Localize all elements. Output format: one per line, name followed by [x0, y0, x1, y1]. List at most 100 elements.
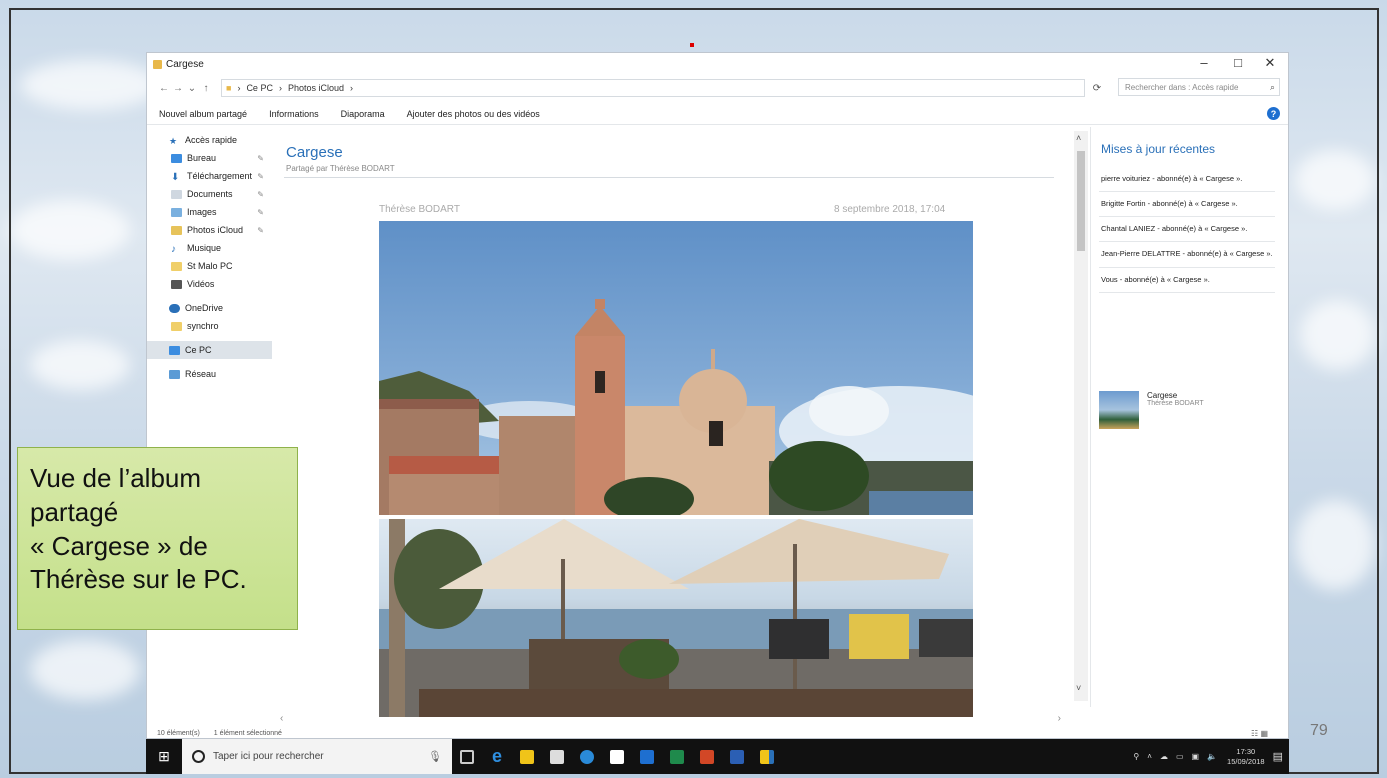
refresh-icon[interactable]: ⟳: [1085, 83, 1109, 94]
path-box[interactable]: ■ › Ce PC › Photos iCloud ›: [221, 79, 1085, 97]
system-tray: ⚲ ˄ ☁ ▭ ▣ 🔈 17:30 15/09/2018 ▤: [1125, 747, 1289, 766]
breadcrumb-photos-icloud[interactable]: Photos iCloud: [288, 83, 344, 93]
onedrive-icon: [169, 303, 180, 313]
harbor-photo-drawing: [379, 519, 973, 717]
onedrive-tray-icon[interactable]: ☁: [1160, 752, 1168, 761]
sidebar-item-downloads[interactable]: ⬇ Téléchargement ✎: [147, 167, 272, 185]
search-input[interactable]: Rechercher dans : Accès rapide ⌕: [1118, 78, 1280, 96]
documents-icon: [171, 189, 182, 199]
photo-harbor-terrace[interactable]: [379, 519, 973, 717]
outlook-icon[interactable]: [632, 739, 662, 774]
store-icon[interactable]: [542, 739, 572, 774]
callout-line: partagé: [30, 496, 119, 527]
icloud-photos-icon: [171, 225, 182, 235]
clock[interactable]: 17:30 15/09/2018: [1227, 747, 1265, 766]
scroll-down-icon[interactable]: ˅: [1076, 683, 1081, 693]
pin-icon: ✎: [257, 153, 264, 163]
pin-icon: ✎: [257, 225, 264, 235]
sidebar-item-music[interactable]: ♪ Musique: [147, 239, 272, 257]
videos-icon: [171, 279, 182, 289]
sidebar-item-documents[interactable]: Documents ✎: [147, 185, 272, 203]
battery-icon[interactable]: ▭: [1176, 752, 1184, 761]
list-item: Chantal LANIEZ - abonné(e) à « Cargese »…: [1099, 217, 1275, 243]
scrollbar-thumb[interactable]: [1077, 151, 1085, 251]
sidebar-item-st-malo-pc[interactable]: St Malo PC: [147, 257, 272, 275]
sidebar-item-videos[interactable]: Vidéos: [147, 275, 272, 293]
notification-icon[interactable]: ▤: [1273, 750, 1283, 763]
horizontal-scrollbar[interactable]: ‹ ›: [274, 713, 1069, 724]
network-tray-icon[interactable]: ▣: [1192, 752, 1200, 761]
powerpoint-icon[interactable]: [692, 739, 722, 774]
back-arrow-icon[interactable]: ←: [157, 83, 171, 94]
post-date: 8 septembre 2018, 17:04: [834, 204, 946, 215]
content-scrollbar[interactable]: ˄ ˅: [1074, 131, 1088, 701]
maximize-button[interactable]: □: [1228, 55, 1248, 70]
sidebar-item-label: Réseau: [185, 369, 217, 379]
sidebar-item-quick-access[interactable]: ★ Accès rapide: [147, 131, 272, 149]
desktop-folder-icon: [171, 153, 182, 163]
scroll-right-icon[interactable]: ›: [1058, 713, 1061, 724]
microphone-icon[interactable]: 🎙: [428, 750, 442, 763]
photo-church[interactable]: [379, 221, 973, 515]
windows-start-icon[interactable]: ⊞: [146, 748, 182, 765]
pin-icon: ✎: [257, 189, 264, 199]
info-button[interactable]: Informations: [269, 109, 319, 119]
app-icon: [153, 59, 162, 69]
right-pane-scrollbar[interactable]: [1282, 131, 1290, 701]
sidebar-item-label: Images: [187, 207, 217, 217]
music-icon: ♪: [171, 243, 176, 255]
app-icon[interactable]: [572, 739, 602, 774]
red-dot: [690, 43, 694, 47]
volume-icon[interactable]: 🔈: [1207, 752, 1217, 761]
cortana-icon: [192, 750, 205, 763]
minimize-button[interactable]: –: [1194, 55, 1214, 70]
window-title: Cargese: [166, 58, 204, 70]
sidebar-item-synchro[interactable]: synchro: [147, 317, 272, 335]
title-bar: Cargese – □ ✕: [147, 53, 1288, 75]
selection-count: 1 élément sélectionné: [213, 729, 282, 737]
task-view-icon[interactable]: [452, 739, 482, 774]
sidebar-item-icloud-photos[interactable]: Photos iCloud ✎: [147, 221, 272, 239]
breadcrumb-ce-pc[interactable]: Ce PC: [246, 83, 273, 93]
pc-icon: [169, 345, 180, 355]
slideshow-button[interactable]: Diaporama: [341, 109, 385, 119]
divider: [284, 177, 1054, 178]
album-card-owner: Thérèse BODART: [1147, 400, 1204, 407]
help-icon[interactable]: ?: [1267, 107, 1280, 120]
sidebar-item-label: Documents: [187, 189, 233, 199]
tray-chevron-icon[interactable]: ˄: [1147, 752, 1152, 761]
scroll-left-icon[interactable]: ‹: [280, 713, 283, 724]
word-icon[interactable]: [722, 739, 752, 774]
up-arrow-icon[interactable]: ↑: [199, 83, 213, 94]
sidebar-item-label: OneDrive: [185, 303, 224, 313]
forward-arrow-icon[interactable]: →: [171, 83, 185, 94]
updates-list: pierre voituriez - abonné(e) à « Cargese…: [1099, 167, 1275, 293]
pin-icon: ✎: [257, 207, 264, 217]
sidebar-item-images[interactable]: Images ✎: [147, 203, 272, 221]
edge-icon[interactable]: e: [482, 739, 512, 774]
path-separator-icon: ›: [237, 83, 241, 93]
recent-updates-title: Mises à jour récentes: [1101, 142, 1216, 156]
add-photos-button[interactable]: Ajouter des photos ou des vidéos: [407, 109, 540, 119]
folder-icon: [171, 261, 182, 271]
explorer-window: Cargese – □ ✕ ← → ⌄ ↑ ■ › Ce PC › Photos…: [146, 52, 1289, 739]
file-explorer-icon[interactable]: [512, 739, 542, 774]
recent-updates-pane: Mises à jour récentes pierre voituriez -…: [1090, 127, 1280, 707]
new-shared-album-button[interactable]: Nouvel album partagé: [159, 109, 247, 119]
album-card[interactable]: Cargese Thérèse BODART: [1099, 391, 1204, 429]
people-icon[interactable]: ⚲: [1133, 752, 1139, 761]
callout-line: Thérèse sur le PC.: [30, 564, 247, 595]
annotation-callout: Vue de l’album partagé « Cargese » de Th…: [17, 447, 298, 630]
sidebar-item-desktop[interactable]: Bureau ✎: [147, 149, 272, 167]
excel-icon[interactable]: [662, 739, 692, 774]
sidebar-item-onedrive[interactable]: OneDrive: [147, 299, 272, 317]
sidebar-item-this-pc[interactable]: Ce PC: [147, 341, 272, 359]
photos-icon[interactable]: [752, 739, 782, 774]
recent-chevron-icon[interactable]: ⌄: [185, 83, 199, 94]
close-button[interactable]: ✕: [1260, 55, 1280, 71]
mail-icon[interactable]: [602, 739, 632, 774]
view-toggle-icon[interactable]: ☷ ▦: [1251, 729, 1268, 738]
sidebar-item-network[interactable]: Réseau: [147, 365, 272, 383]
taskbar-search[interactable]: Taper ici pour rechercher 🎙: [182, 739, 452, 774]
scroll-up-icon[interactable]: ˄: [1076, 133, 1081, 143]
